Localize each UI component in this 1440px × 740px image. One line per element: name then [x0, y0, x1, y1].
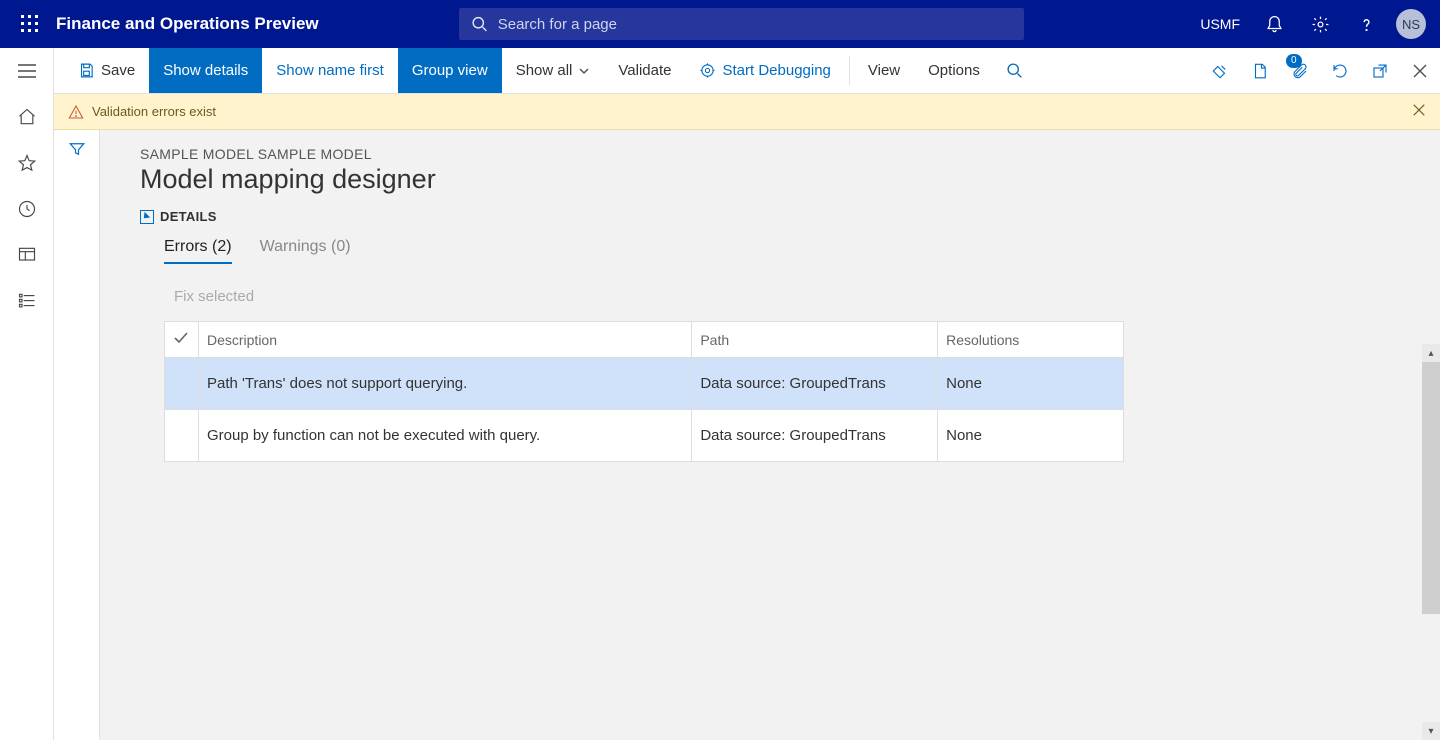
details-label: DETAILS — [160, 209, 217, 224]
gear-icon[interactable] — [1298, 0, 1342, 48]
validate-button[interactable]: Validate — [604, 48, 685, 93]
group-view-label: Group view — [412, 62, 488, 79]
scroll-down-icon[interactable]: ▾ — [1422, 722, 1440, 740]
main-column: Save Show details Show name first Group … — [54, 48, 1440, 740]
page-title: Model mapping designer — [140, 164, 1414, 195]
personalize-icon[interactable] — [1200, 48, 1240, 94]
scroll-thumb[interactable] — [1422, 362, 1440, 614]
right-icons: 0 — [1200, 48, 1440, 93]
start-debugging-button[interactable]: Start Debugging — [685, 48, 844, 93]
tabs: Errors (2) Warnings (0) — [164, 238, 1414, 264]
row-select[interactable] — [165, 410, 199, 462]
table-row[interactable]: Group by function can not be executed wi… — [165, 410, 1124, 462]
column-path[interactable]: Path — [692, 322, 938, 358]
row-select[interactable] — [165, 358, 199, 410]
cell-path: Data source: GroupedTrans — [692, 358, 938, 410]
message-bar: Validation errors exist — [54, 94, 1440, 130]
scroll-track[interactable] — [1422, 362, 1440, 722]
check-icon — [173, 330, 189, 346]
bell-icon[interactable] — [1252, 0, 1296, 48]
scrollbar[interactable]: ▴ ▾ — [1422, 344, 1440, 740]
column-resolutions[interactable]: Resolutions — [938, 322, 1124, 358]
find-button[interactable] — [994, 48, 1035, 93]
waffle-icon[interactable] — [8, 0, 52, 48]
tab-warnings[interactable]: Warnings (0) — [260, 238, 351, 264]
company-selector[interactable]: USMF — [1190, 0, 1250, 48]
fix-selected-button[interactable]: Fix selected — [174, 288, 1414, 305]
show-all-label: Show all — [516, 62, 573, 79]
view-button[interactable]: View — [854, 48, 914, 93]
breadcrumb: SAMPLE MODEL SAMPLE MODEL — [140, 146, 1414, 162]
errors-table: Description Path Resolutions Path 'Trans… — [164, 321, 1124, 462]
search-input[interactable] — [498, 16, 1012, 33]
options-label: Options — [928, 62, 980, 79]
attachments-badge: 0 — [1286, 54, 1302, 68]
debug-icon — [699, 62, 716, 79]
save-button[interactable]: Save — [64, 48, 149, 93]
command-bar: Save Show details Show name first Group … — [54, 48, 1440, 94]
message-close-icon[interactable] — [1412, 103, 1426, 120]
top-header: Finance and Operations Preview USMF NS — [0, 0, 1440, 48]
start-debugging-label: Start Debugging — [722, 62, 830, 79]
group-view-button[interactable]: Group view — [398, 48, 502, 93]
scroll-up-icon[interactable]: ▴ — [1422, 344, 1440, 362]
table-row[interactable]: Path 'Trans' does not support querying. … — [165, 358, 1124, 410]
show-details-button[interactable]: Show details — [149, 48, 262, 93]
cell-description: Path 'Trans' does not support querying. — [198, 358, 691, 410]
page-wrap: SAMPLE MODEL SAMPLE MODEL Model mapping … — [54, 130, 1440, 740]
show-details-label: Show details — [163, 62, 248, 79]
message-text: Validation errors exist — [92, 104, 216, 119]
avatar[interactable]: NS — [1396, 9, 1426, 39]
warning-icon — [68, 104, 84, 120]
show-name-first-label: Show name first — [276, 62, 384, 79]
show-all-dropdown[interactable]: Show all — [502, 48, 605, 93]
divider — [849, 56, 850, 85]
refresh-icon[interactable] — [1320, 48, 1360, 94]
options-button[interactable]: Options — [914, 48, 994, 93]
chevron-down-icon — [578, 65, 590, 77]
app-title: Finance and Operations Preview — [56, 14, 319, 34]
filter-icon — [68, 140, 86, 158]
collapse-toggle-icon[interactable] — [140, 210, 154, 224]
search-box[interactable] — [459, 8, 1024, 40]
cell-path: Data source: GroupedTrans — [692, 410, 938, 462]
workspace-icon[interactable] — [0, 232, 54, 278]
attachments-icon[interactable]: 0 — [1280, 48, 1320, 94]
column-description[interactable]: Description — [198, 322, 691, 358]
star-icon[interactable] — [0, 140, 54, 186]
hamburger-icon[interactable] — [0, 48, 54, 94]
show-name-first-button[interactable]: Show name first — [262, 48, 398, 93]
help-icon[interactable] — [1344, 0, 1388, 48]
view-label: View — [868, 62, 900, 79]
left-rail — [0, 48, 54, 740]
cell-resolutions: None — [938, 358, 1124, 410]
cell-resolutions: None — [938, 410, 1124, 462]
search-icon — [1006, 62, 1023, 79]
validate-label: Validate — [618, 62, 671, 79]
page-content: SAMPLE MODEL SAMPLE MODEL Model mapping … — [100, 130, 1440, 740]
page-options-icon[interactable] — [1240, 48, 1280, 94]
clock-icon[interactable] — [0, 186, 54, 232]
save-label: Save — [101, 62, 135, 79]
cell-description: Group by function can not be executed wi… — [198, 410, 691, 462]
search-icon — [471, 15, 488, 33]
header-right: USMF NS — [1190, 0, 1432, 48]
select-all-header[interactable] — [165, 322, 199, 358]
filter-pane-toggle[interactable] — [54, 130, 100, 740]
modules-icon[interactable] — [0, 278, 54, 324]
popout-icon[interactable] — [1360, 48, 1400, 94]
details-header: DETAILS — [140, 209, 1414, 224]
close-icon[interactable] — [1400, 48, 1440, 94]
tab-errors[interactable]: Errors (2) — [164, 238, 232, 264]
home-icon[interactable] — [0, 94, 54, 140]
